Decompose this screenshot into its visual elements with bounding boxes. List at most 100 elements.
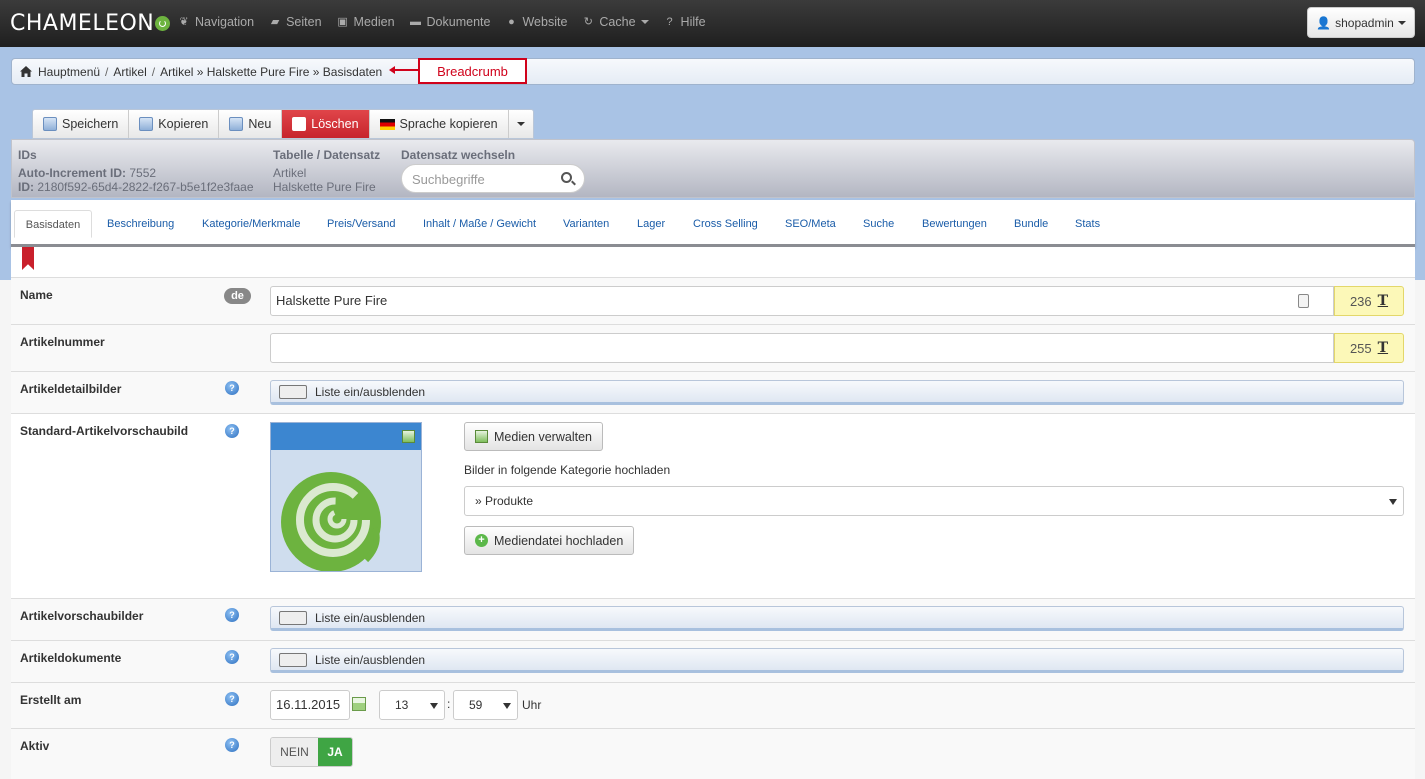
nav-medien[interactable]: ▣ Medien (337, 15, 394, 29)
keyboard-icon (279, 611, 307, 625)
chevron-down-icon (1397, 20, 1406, 25)
record-search-input[interactable]: Suchbegriffe (401, 164, 585, 193)
created-hour-select[interactable]: 13 (379, 690, 445, 720)
breadcrumb-item[interactable]: Hauptmenü (38, 65, 100, 79)
image-icon: ▣ (337, 15, 348, 28)
table-heading: Tabelle / Datensatz (273, 148, 381, 162)
image-icon[interactable] (402, 430, 415, 443)
tab-cross-selling[interactable]: Cross Selling (693, 210, 758, 238)
tab-stats[interactable]: Stats (1075, 210, 1100, 238)
home-icon (20, 66, 32, 77)
auto-increment-value: 7552 (129, 166, 157, 180)
save-button[interactable]: Speichern (33, 110, 130, 138)
upload-category-select[interactable]: » Produkte (464, 486, 1404, 516)
auto-increment-label: Auto-Increment ID: (18, 166, 126, 180)
record-toolbar: Speichern Kopieren Neu Löschen Sprache k… (32, 109, 534, 139)
field-label: Artikeldetailbilder (20, 382, 122, 396)
user-menu-button[interactable]: 👤 shopadmin (1307, 7, 1415, 38)
help-icon[interactable]: ? (225, 650, 239, 664)
artikelnummer-input[interactable] (270, 333, 1334, 363)
text-icon: T (1377, 293, 1389, 309)
logo[interactable]: CHAMELEON (10, 11, 171, 36)
help-icon[interactable]: ? (225, 381, 239, 395)
upload-media-button[interactable]: + Mediendatei hochladen (464, 526, 635, 555)
field-label: Aktiv (20, 739, 50, 753)
help-icon[interactable]: ? (225, 738, 239, 752)
keyboard-icon (279, 385, 307, 399)
main-nav: ❦ Navigation ▰ Seiten ▣ Medien ▬ Dokumente ●… (178, 15, 721, 29)
active-yes-option[interactable]: JA (318, 738, 352, 766)
name-char-counter: 236 T (1334, 286, 1404, 316)
created-minute-select[interactable]: 59 (453, 690, 518, 720)
tab-suche[interactable]: Suche (863, 210, 894, 238)
nav-website[interactable]: ● Website (505, 15, 567, 29)
help-icon[interactable]: ? (225, 692, 239, 706)
breadcrumb: Hauptmenü / Artikel / Artikel » Halskett… (11, 58, 1415, 85)
search-icon[interactable] (561, 172, 572, 183)
field-row-created: Erstellt am (11, 682, 1415, 728)
folder-icon: ▰ (270, 15, 280, 28)
nav-dokumente[interactable]: ▬ Dokumente (410, 15, 490, 29)
field-label: Artikeldokumente (20, 651, 122, 665)
tab-beschreibung[interactable]: Beschreibung (107, 210, 174, 238)
keyboard-icon (279, 653, 307, 667)
manage-media-button[interactable]: Medien verwalten (464, 422, 603, 451)
breadcrumb-item[interactable]: Artikel (113, 65, 146, 79)
id-label: ID: (18, 180, 34, 194)
created-date-input[interactable]: 16.11.2015 (270, 690, 350, 720)
nav-navigation[interactable]: ❦ Navigation (178, 15, 254, 29)
tab-bar: Basisdaten Beschreibung Kategorie/Merkma… (11, 200, 1415, 247)
chevron-down-icon (1389, 499, 1397, 505)
field-row-active: Aktiv (11, 728, 1415, 779)
table-value: Artikel (273, 166, 307, 180)
toggle-list-button[interactable]: Liste ein/ausblenden (270, 380, 1404, 405)
field-label: Artikelnummer (20, 335, 105, 349)
name-input[interactable]: Halskette Pure Fire (270, 286, 1334, 316)
tab-seo-meta[interactable]: SEO/Meta (785, 210, 836, 238)
switch-record-heading: Datensatz wechseln (401, 148, 516, 162)
field-label: Erstellt am (20, 693, 82, 707)
nav-cache[interactable]: ↻ Cache (582, 15, 649, 29)
nav-hilfe[interactable]: ? Hilfe (664, 15, 705, 29)
refresh-icon: ↻ (583, 15, 594, 28)
delete-icon (292, 117, 307, 131)
tab-bewertungen[interactable]: Bewertungen (922, 210, 987, 238)
tab-inhalt[interactable]: Inhalt / Maße / Gewicht (423, 210, 536, 238)
chevron-down-icon (430, 703, 438, 709)
record-value: Halskette Pure Fire (273, 180, 376, 194)
preview-image-frame[interactable] (270, 422, 422, 572)
globe-icon: ● (508, 15, 515, 28)
help-icon[interactable]: ? (225, 424, 239, 438)
tab-kategorie-merkmale[interactable]: Kategorie/Merkmale (202, 210, 300, 238)
toolbar-more-dropdown[interactable] (509, 110, 533, 138)
toggle-list-button[interactable]: Liste ein/ausblenden (270, 648, 1404, 673)
tab-preis-versand[interactable]: Preis/Versand (327, 210, 395, 238)
copy-button[interactable]: Kopieren (129, 110, 220, 138)
artikelnummer-char-counter: 255 T (1334, 333, 1404, 363)
translate-icon[interactable] (1298, 294, 1309, 308)
tab-bundle[interactable]: Bundle (1014, 210, 1048, 238)
ids-heading: IDs (18, 148, 37, 162)
tab-lager[interactable]: Lager (637, 210, 665, 238)
copy-language-button[interactable]: Sprache kopieren (370, 110, 509, 138)
new-button[interactable]: Neu (219, 110, 283, 138)
active-no-option[interactable]: NEIN (271, 738, 318, 766)
active-toggle[interactable]: NEIN JA (270, 737, 353, 767)
text-icon: T (1377, 340, 1389, 356)
upload-category-label: Bilder in folgende Kategorie hochladen (464, 463, 671, 477)
add-icon: + (475, 534, 488, 547)
leaf-icon: ❦ (179, 15, 189, 28)
field-label: Name (20, 288, 53, 302)
chevron-down-icon (516, 122, 525, 126)
calendar-icon[interactable] (352, 697, 366, 711)
nav-seiten[interactable]: ▰ Seiten (269, 15, 322, 29)
id-value: 2180f592-65d4-2822-f267-b5e1f2e3faae (37, 180, 254, 194)
field-label: Artikelvorschaubilder (20, 609, 144, 623)
help-icon[interactable]: ? (225, 608, 239, 622)
tab-basisdaten[interactable]: Basisdaten (14, 210, 92, 238)
delete-button[interactable]: Löschen (282, 110, 370, 138)
image-icon (475, 430, 488, 443)
toggle-list-button[interactable]: Liste ein/ausblenden (270, 606, 1404, 631)
tab-varianten[interactable]: Varianten (563, 210, 609, 238)
logo-swirl-icon (155, 16, 171, 31)
